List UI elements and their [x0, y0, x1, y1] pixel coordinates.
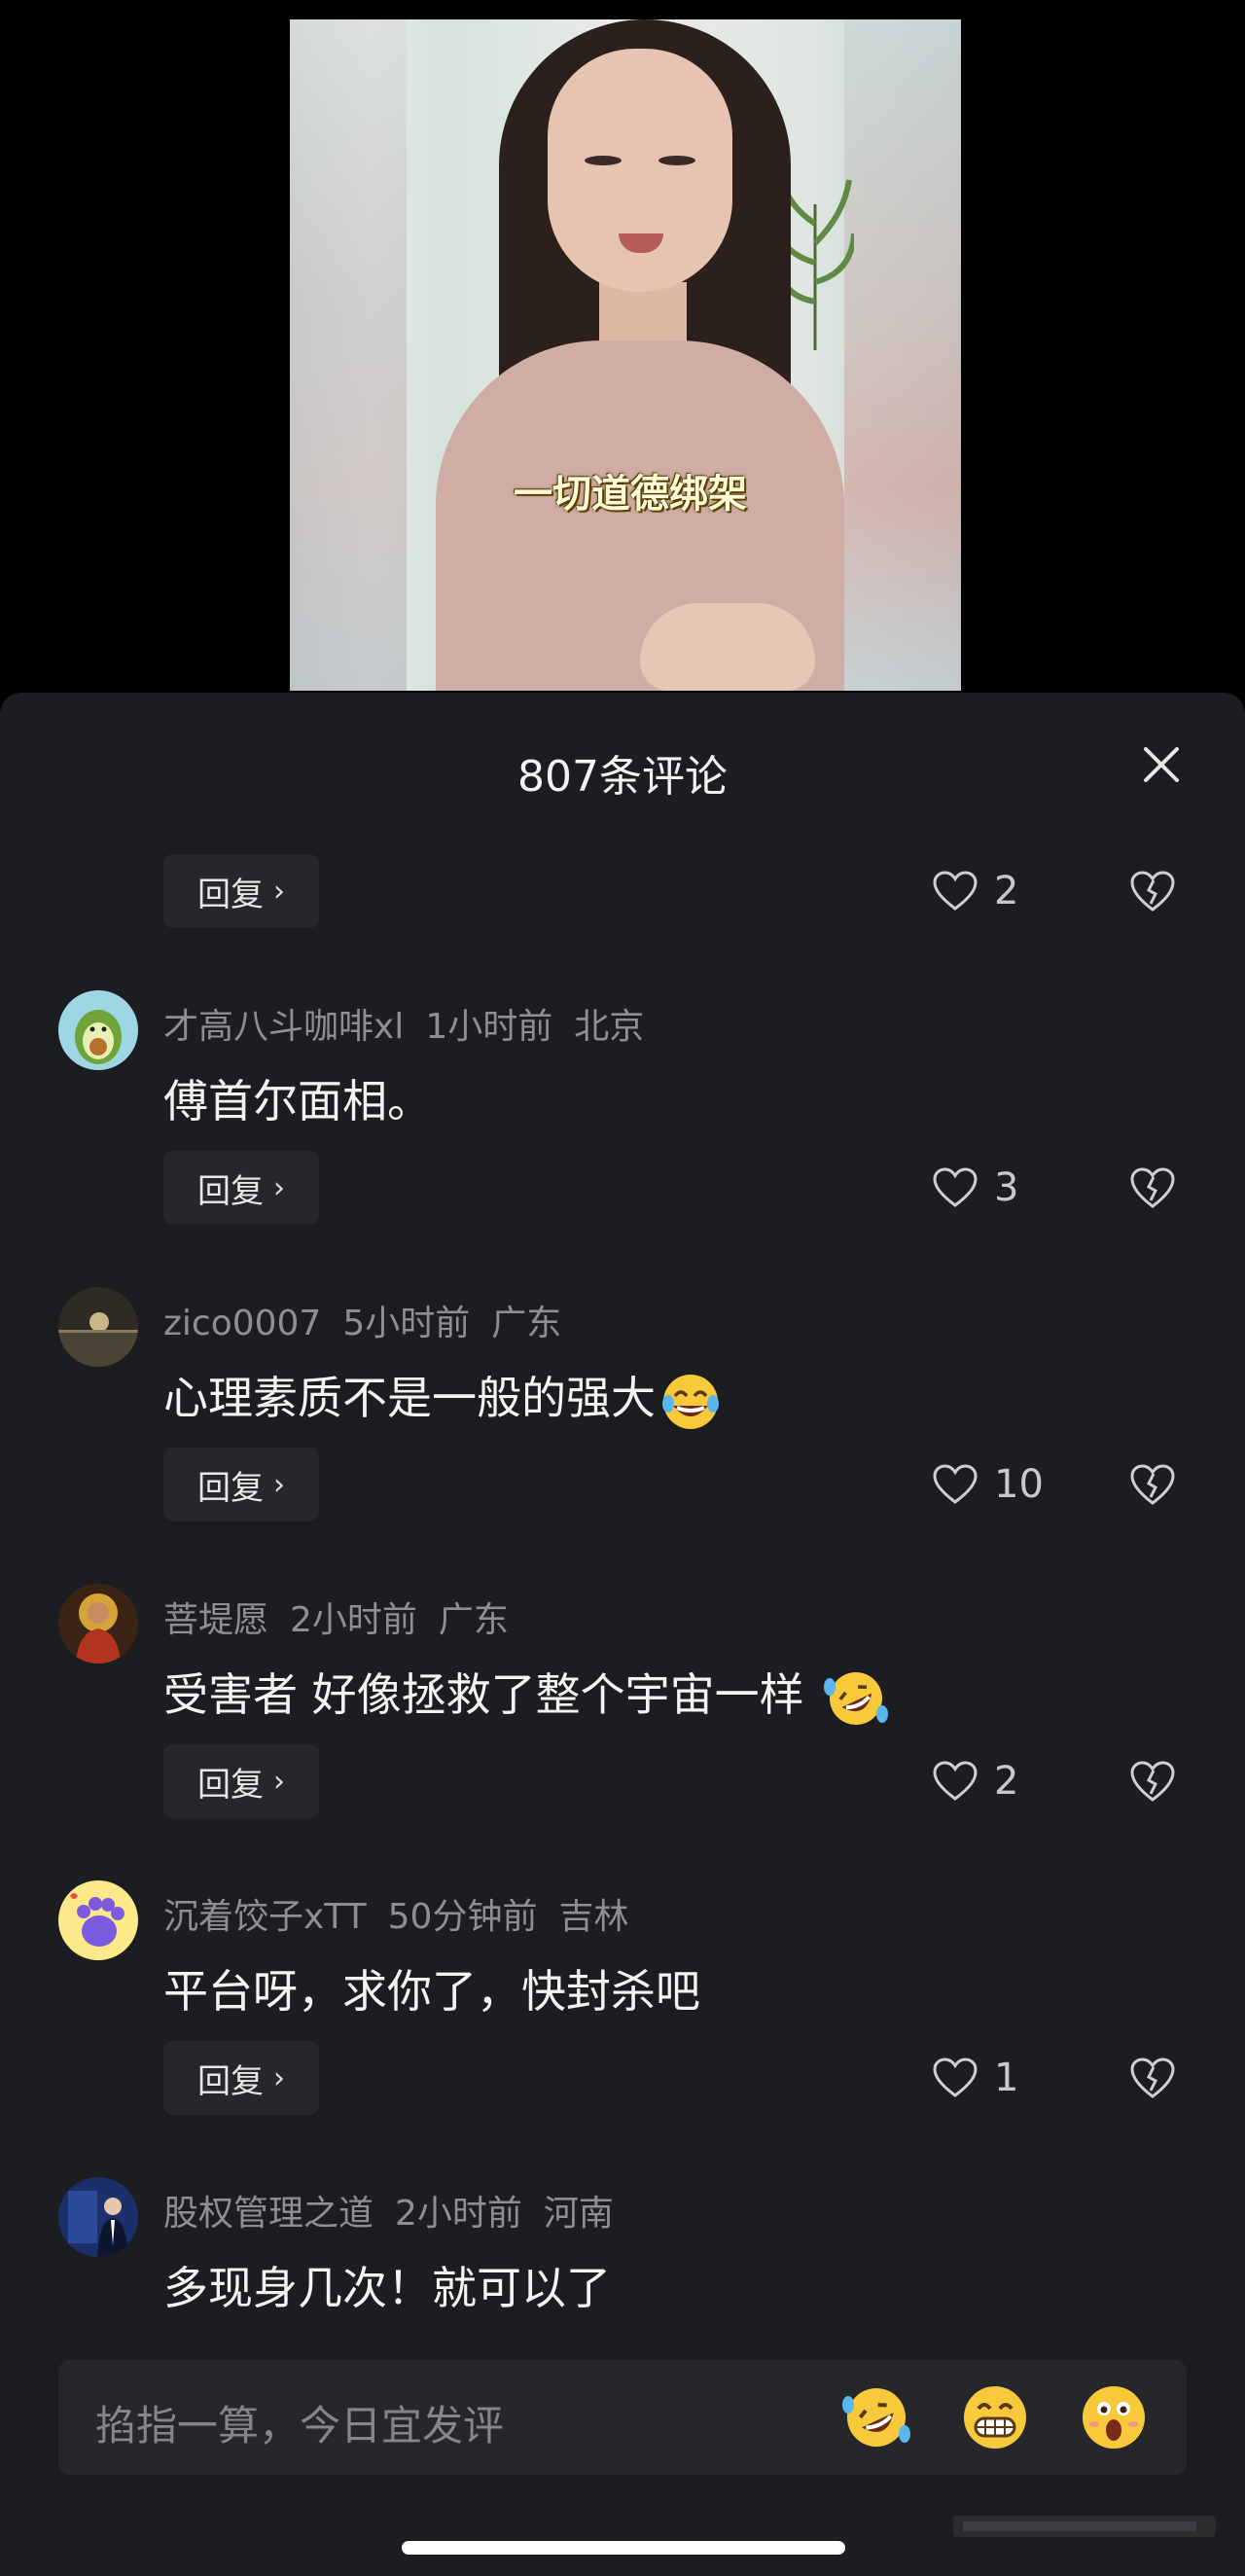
avatar[interactable] [58, 2177, 138, 2257]
surprised-emoji[interactable] [1078, 2381, 1150, 2453]
comment-item: 菩堤愿 2小时前 广东 受害者 好像拯救了整个宇宙一样 [0, 1584, 1245, 1876]
video-subtitle: 一切道德绑架 [514, 472, 747, 517]
comment-meta: 沉着饺子xTT 50分钟前 吉林 [163, 1888, 628, 1939]
username[interactable]: 沉着饺子xTT [163, 1897, 367, 1937]
comment-text: 多现身几次！就可以了 [163, 2262, 611, 2314]
like-button[interactable]: 3 [932, 1151, 1018, 1225]
comment-meta: zico0007 5小时前 广东 [163, 1295, 561, 1345]
broken-heart-icon [1130, 2057, 1175, 2098]
chevron-right-icon: › [273, 1467, 285, 1502]
username[interactable]: 才高八斗咖啡xl [163, 1007, 404, 1047]
person-face [548, 49, 732, 292]
person-hand [640, 603, 815, 691]
reply-label: 回复 [197, 1765, 264, 1805]
like-button[interactable]: 2 [932, 854, 1018, 928]
comment-location: 广东 [491, 1304, 562, 1343]
rolling-laugh-emoji [824, 1671, 889, 1725]
reply-label: 回复 [197, 875, 264, 914]
reply-button[interactable]: 回复 › [163, 1151, 319, 1225]
broken-heart-icon [1130, 871, 1175, 912]
comment-input-bar[interactable]: 掐指一算，今日宜发评 [58, 2360, 1187, 2475]
avatar[interactable] [58, 1287, 138, 1367]
heart-icon [933, 871, 978, 911]
dislike-button[interactable] [1128, 1448, 1177, 1521]
reply-label: 回复 [197, 2061, 264, 2101]
like-count: 1 [994, 2056, 1019, 2100]
comment-item: 才高八斗咖啡xl 1小时前 北京 傅首尔面相。 [0, 990, 1245, 1282]
reply-button[interactable]: 回复 › [163, 2041, 319, 2115]
heart-icon [933, 1167, 978, 1207]
heart-icon [933, 2057, 978, 2097]
dislike-button[interactable] [1128, 1151, 1177, 1225]
like-button[interactable]: 2 [932, 1744, 1018, 1818]
rolling-laugh-emoji[interactable] [840, 2381, 912, 2453]
comment-location: 河南 [543, 2194, 614, 2234]
broken-heart-icon [1130, 1167, 1175, 1208]
person-eye-right [658, 156, 695, 165]
comment-time: 5小时前 [342, 1304, 471, 1343]
comment-meta: 才高八斗咖啡xl 1小时前 北京 [163, 998, 644, 1049]
username[interactable]: 菩堤愿 [163, 1600, 268, 1640]
person-mouth [619, 233, 663, 253]
comment-location: 吉林 [558, 1897, 629, 1937]
comment-text: 傅首尔面相。 [163, 1075, 432, 1127]
tears-of-joy-emoji [662, 1374, 719, 1429]
comment-item: zico0007 5小时前 广东 心理素质不是一般的强大 [0, 1287, 1245, 1579]
chevron-right-icon: › [273, 1170, 285, 1205]
heart-icon [933, 1761, 978, 1801]
reply-button[interactable]: 回复 › [163, 854, 319, 928]
like-count: 3 [994, 1165, 1019, 1210]
comment-time: 1小时前 [425, 1007, 553, 1047]
comment-text: 心理素质不是一般的强大 [163, 1363, 722, 1433]
dislike-button[interactable] [1128, 2041, 1177, 2115]
dislike-button[interactable] [1128, 1744, 1177, 1818]
comment-text: 受害者 好像拯救了整个宇宙一样 [163, 1660, 890, 1730]
comment-item: 沉着饺子xTT 50分钟前 吉林 平台呀，求你了，快封杀吧 [0, 1880, 1245, 2172]
like-button[interactable]: 1 [932, 2041, 1018, 2115]
comment-time: 2小时前 [395, 2194, 522, 2234]
reply-button[interactable]: 回复 › [163, 1448, 319, 1521]
chevron-right-icon: › [273, 874, 285, 909]
reply-label: 回复 [197, 1171, 264, 1211]
dislike-button[interactable] [1128, 854, 1177, 928]
comment-meta: 菩堤愿 2小时前 广东 [163, 1592, 509, 1642]
username[interactable]: 股权管理之道 [163, 2194, 374, 2234]
heart-icon [933, 1464, 978, 1504]
comment-location: 广东 [438, 1600, 509, 1640]
comments-count-title: 807条评论 [517, 752, 728, 802]
watermark-graphic [953, 2516, 1216, 2537]
video-area[interactable]: 一切道德绑架 [0, 0, 1245, 693]
comment-time: 2小时前 [290, 1600, 417, 1640]
broken-heart-icon [1130, 1464, 1175, 1505]
comment-text-body: 受害者 好像拯救了整个宇宙一样 [163, 1668, 819, 1721]
like-button[interactable]: 10 [932, 1448, 1044, 1521]
reply-button[interactable]: 回复 › [163, 1744, 319, 1818]
avatar[interactable] [58, 1584, 138, 1664]
avatar[interactable] [58, 1880, 138, 1960]
broken-heart-icon [1130, 1761, 1175, 1802]
comment-text: 平台呀，求你了，快封杀吧 [163, 1965, 700, 2018]
username[interactable]: zico0007 [163, 1304, 321, 1343]
reply-label: 回复 [197, 1468, 264, 1508]
video-frame[interactable]: 一切道德绑架 [290, 19, 961, 691]
comment-text-body: 心理素质不是一般的强大 [163, 1372, 656, 1424]
person-eye-left [585, 156, 622, 165]
grin-emoji[interactable] [959, 2381, 1031, 2453]
comment-location: 北京 [574, 1007, 645, 1047]
like-count: 2 [994, 1759, 1019, 1804]
chevron-right-icon: › [273, 1764, 285, 1799]
comment-meta: 股权管理之道 2小时前 河南 [163, 2185, 614, 2236]
close-icon[interactable] [1138, 741, 1185, 788]
video-blur-left [290, 19, 407, 691]
home-indicator[interactable] [402, 2541, 845, 2555]
avatar[interactable] [58, 990, 138, 1070]
comment-input-placeholder[interactable]: 掐指一算，今日宜发评 [95, 2393, 504, 2452]
chevron-right-icon: › [273, 2060, 285, 2095]
like-count: 2 [994, 869, 1019, 913]
like-count: 10 [994, 1462, 1044, 1507]
comment-time: 50分钟前 [387, 1897, 538, 1937]
video-blur-right [844, 19, 961, 691]
